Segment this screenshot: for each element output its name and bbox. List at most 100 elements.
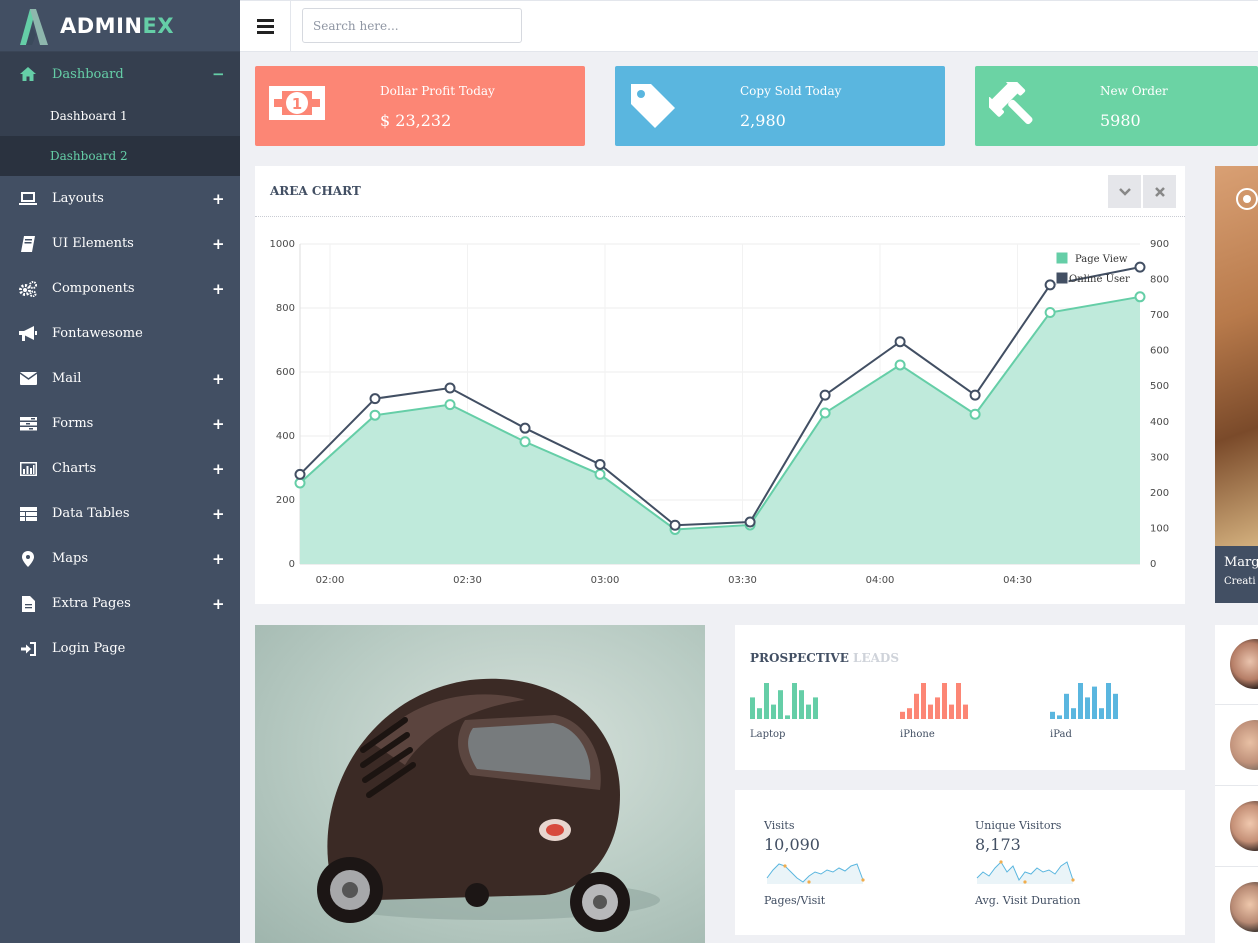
chevron-down-icon — [1118, 187, 1131, 196]
expand-toggle[interactable]: + — [212, 280, 225, 298]
expand-toggle[interactable]: + — [212, 460, 225, 478]
leads-bar — [914, 693, 919, 719]
sidebar-item-mail[interactable]: Mail + — [0, 356, 240, 401]
leads-bar — [1085, 697, 1090, 719]
y-left-tick-label: 600 — [276, 367, 295, 378]
sidebar-item-ui-elements[interactable]: UI Elements + — [0, 221, 240, 266]
pages-per-visit-label: Pages/Visit — [764, 894, 826, 907]
cogs-icon — [19, 280, 37, 298]
expand-toggle[interactable]: + — [212, 235, 225, 253]
profile-photo — [1215, 166, 1258, 546]
leads-bar — [1050, 711, 1055, 719]
leads-label-iphone: iPhone — [900, 729, 935, 740]
sidebar-item-extra-pages[interactable]: Extra Pages + — [0, 581, 240, 626]
bar-chart-icon — [19, 460, 37, 478]
list-item[interactable] — [1215, 787, 1258, 867]
leads-bar — [949, 704, 954, 719]
online-user-point — [819, 389, 831, 401]
sidebar-item-dashboard[interactable]: Dashboard − — [0, 52, 240, 96]
logo[interactable]: ADMINEX — [0, 0, 240, 52]
file-icon — [19, 595, 37, 613]
avg-visit-duration-label: Avg. Visit Duration — [975, 894, 1081, 907]
collapse-toggle[interactable]: − — [212, 65, 225, 83]
legend-label-page-view: Page View — [1075, 254, 1128, 265]
y-right-tick-label: 400 — [1150, 417, 1169, 428]
online-user-point — [444, 382, 456, 394]
close-icon — [1154, 186, 1165, 197]
unique-visitors-value: 8,173 — [975, 835, 1021, 854]
sidebar-item-label: Data Tables — [52, 506, 130, 521]
table-icon — [19, 505, 37, 523]
leads-bar — [806, 704, 811, 719]
leads-bar — [907, 708, 912, 719]
page-view-point — [894, 359, 906, 371]
tag-icon — [629, 82, 677, 134]
y-left-tick-label: 0 — [289, 559, 295, 570]
expand-toggle[interactable]: + — [212, 550, 225, 568]
leads-label-ipad: iPad — [1050, 729, 1072, 740]
home-icon — [19, 65, 37, 83]
stat-value: 5980 — [1100, 111, 1141, 130]
list-item[interactable] — [1215, 706, 1258, 786]
online-user-point — [1134, 261, 1146, 273]
sidebar-item-maps[interactable]: Maps + — [0, 536, 240, 581]
sidebar-item-login-page[interactable]: Login Page — [0, 626, 240, 671]
sidebar-item-fontawesome[interactable]: Fontawesome — [0, 311, 240, 356]
y-right-tick-label: 800 — [1150, 275, 1169, 286]
profile-name: Marga — [1224, 555, 1258, 570]
leads-bar — [785, 715, 790, 719]
sidebar-item-label: Charts — [52, 461, 97, 476]
expand-toggle[interactable]: + — [212, 595, 225, 613]
online-user-point — [744, 516, 756, 528]
leads-bar — [921, 683, 926, 719]
sidebar-item-layouts[interactable]: Layouts + — [0, 176, 240, 221]
sidebar-item-components[interactable]: Components + — [0, 266, 240, 311]
y-right-tick-label: 900 — [1150, 239, 1169, 250]
leads-bar — [963, 704, 968, 719]
sidebar-item-label: Dashboard — [52, 66, 124, 82]
leads-title: PROSPECTIVE LEADS — [750, 651, 899, 665]
sidebar-subitem-dashboard-1[interactable]: Dashboard 1 — [0, 96, 240, 136]
sidebar-item-data-tables[interactable]: Data Tables + — [0, 491, 240, 536]
stat-title: Copy Sold Today — [740, 84, 842, 98]
sidebar-subitem-dashboard-2[interactable]: Dashboard 2 — [0, 136, 240, 176]
leads-title-muted: LEADS — [853, 651, 899, 665]
legend-label-online-user: Online User — [1069, 274, 1130, 285]
sidebar-item-label: UI Elements — [52, 236, 134, 251]
leads-bar — [1057, 715, 1062, 719]
menu-toggle-button[interactable] — [240, 1, 291, 52]
close-button[interactable] — [1143, 175, 1176, 208]
chart-legend: Page View Online User — [1055, 251, 1130, 285]
topbar — [240, 0, 1258, 52]
online-user-point — [969, 389, 981, 401]
featured-image — [255, 625, 705, 943]
legend-swatch-page-view — [1055, 251, 1069, 265]
expand-toggle[interactable]: + — [212, 415, 225, 433]
online-user-point — [294, 468, 306, 480]
leads-bar — [1099, 708, 1104, 719]
sidebar-item-forms[interactable]: Forms + — [0, 401, 240, 446]
page-view-point — [1044, 306, 1056, 318]
list-item[interactable] — [1215, 625, 1258, 705]
collapse-button[interactable] — [1108, 175, 1141, 208]
pinterest-icon[interactable] — [1236, 188, 1258, 210]
legend-swatch-online-user — [1055, 271, 1069, 285]
list-item[interactable] — [1215, 868, 1258, 943]
search-input[interactable] — [302, 8, 522, 43]
unique-visitors-label: Unique Visitors — [975, 819, 1062, 832]
hamburger-icon — [256, 19, 274, 34]
leads-bar — [935, 697, 940, 719]
leads-bar — [928, 704, 933, 719]
expand-toggle[interactable]: + — [212, 505, 225, 523]
stat-title: New Order — [1100, 84, 1168, 98]
expand-toggle[interactable]: + — [212, 370, 225, 388]
expand-toggle[interactable]: + — [212, 190, 225, 208]
leads-bar — [942, 683, 947, 719]
y-left-tick-label: 400 — [276, 431, 295, 442]
bullhorn-icon — [19, 325, 37, 343]
page-view-point — [444, 399, 456, 411]
online-user-point — [594, 458, 606, 470]
sidebar-item-charts[interactable]: Charts + — [0, 446, 240, 491]
page-view-point — [594, 468, 606, 480]
leads-bar — [1092, 686, 1097, 719]
